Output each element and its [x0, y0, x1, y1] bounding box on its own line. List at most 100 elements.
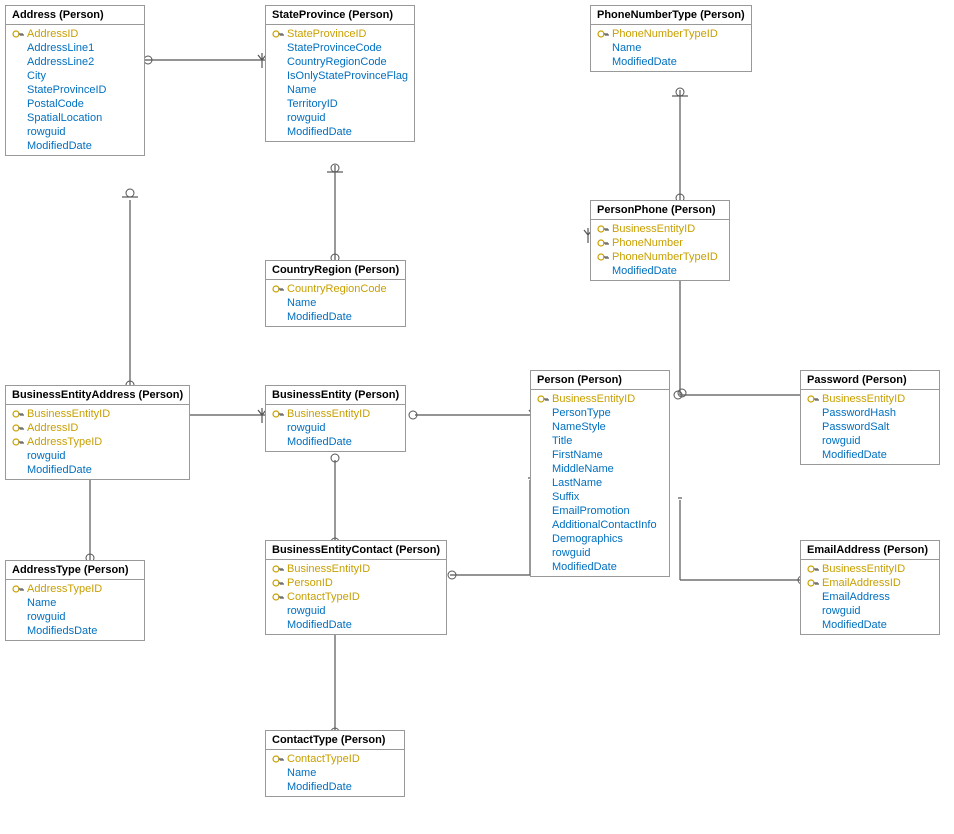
field-modifieddate: ModifiedDate: [266, 310, 405, 324]
field-spatiallocation: SpatialLocation: [6, 111, 144, 125]
entity-emailaddress: EmailAddress (Person)BusinessEntityIDEma…: [800, 540, 940, 635]
field-contacttypeid: ContactTypeID: [266, 590, 446, 604]
entity-businessentity: BusinessEntity (Person)BusinessEntityIDr…: [265, 385, 406, 452]
field-persontype: PersonType: [531, 406, 669, 420]
field-addressline1: AddressLine1: [6, 41, 144, 55]
field-modifieddate: ModifiedDate: [801, 448, 939, 462]
field-addressid: AddressID: [6, 421, 189, 435]
entity-header-password: Password (Person): [801, 371, 939, 390]
entity-header-businessentitycontact: BusinessEntityContact (Person): [266, 541, 446, 560]
field-businessentityid: BusinessEntityID: [801, 392, 939, 406]
entity-header-person: Person (Person): [531, 371, 669, 390]
field-rowguid: rowguid: [801, 434, 939, 448]
entity-fields-contacttype: ContactTypeIDNameModifiedDate: [266, 750, 404, 796]
field-postalcode: PostalCode: [6, 97, 144, 111]
field-isonlystateprovinceflag: IsOnlyStateProvinceFlag: [266, 69, 414, 83]
entity-header-address: Address (Person): [6, 6, 144, 25]
field-territoryid: TerritoryID: [266, 97, 414, 111]
field-emailaddress: EmailAddress: [801, 590, 939, 604]
field-addresstypeid: AddressTypeID: [6, 582, 144, 596]
field-name: Name: [6, 596, 144, 610]
field-personid: PersonID: [266, 576, 446, 590]
field-lastname: LastName: [531, 476, 669, 490]
entity-header-businessentity: BusinessEntity (Person): [266, 386, 405, 405]
entity-header-personphone: PersonPhone (Person): [591, 201, 729, 220]
field-rowguid: rowguid: [6, 449, 189, 463]
entity-contacttype: ContactType (Person)ContactTypeIDNameMod…: [265, 730, 405, 797]
field-countryregioncode: CountryRegionCode: [266, 55, 414, 69]
field-modifieddate: ModifiedDate: [266, 435, 405, 449]
field-modifieddate: ModifiedDate: [6, 463, 189, 477]
entity-header-phonenumbertype: PhoneNumberType (Person): [591, 6, 751, 25]
field-rowguid: rowguid: [6, 125, 144, 139]
entity-personphone: PersonPhone (Person)BusinessEntityIDPhon…: [590, 200, 730, 281]
entity-fields-password: BusinessEntityIDPasswordHashPasswordSalt…: [801, 390, 939, 464]
field-modifieddate: ModifiedDate: [591, 264, 729, 278]
entity-countryregion: CountryRegion (Person)CountryRegionCodeN…: [265, 260, 406, 327]
field-businessentityid: BusinessEntityID: [266, 562, 446, 576]
entity-businessentitycontact: BusinessEntityContact (Person) BusinessEn…: [265, 540, 447, 635]
entity-header-stateprovince: StateProvince (Person): [266, 6, 414, 25]
entity-fields-stateprovince: StateProvinceIDStateProvinceCodeCountryR…: [266, 25, 414, 141]
field-rowguid: rowguid: [531, 546, 669, 560]
field-rowguid: rowguid: [266, 604, 446, 618]
entity-stateprovince: StateProvince (Person)StateProvinceIDSta…: [265, 5, 415, 142]
entity-header-contacttype: ContactType (Person): [266, 731, 404, 750]
field-suffix: Suffix: [531, 490, 669, 504]
field-rowguid: rowguid: [266, 111, 414, 125]
field-emailpromotion: EmailPromotion: [531, 504, 669, 518]
field-namestyle: NameStyle: [531, 420, 669, 434]
entity-header-countryregion: CountryRegion (Person): [266, 261, 405, 280]
entity-phonenumbertype: PhoneNumberType (Person)PhoneNumberTypeI…: [590, 5, 752, 72]
field-name: Name: [591, 41, 751, 55]
entity-password: Password (Person)BusinessEntityIDPasswor…: [800, 370, 940, 465]
field-city: City: [6, 69, 144, 83]
field-modifieddate: ModifiedDate: [531, 560, 669, 574]
field-addressid: AddressID: [6, 27, 144, 41]
field-countryregioncode: CountryRegionCode: [266, 282, 405, 296]
entity-header-businessentityaddress: BusinessEntityAddress (Person): [6, 386, 189, 405]
entity-addresstype: AddressType (Person)AddressTypeIDNamerow…: [5, 560, 145, 641]
entity-fields-personphone: BusinessEntityIDPhoneNumberPhoneNumberTy…: [591, 220, 729, 280]
field-stateprovincecode: StateProvinceCode: [266, 41, 414, 55]
entity-fields-phonenumbertype: PhoneNumberTypeIDNameModifiedDate: [591, 25, 751, 71]
entity-businessentityaddress: BusinessEntityAddress (Person)BusinessEn…: [5, 385, 190, 480]
field-additionalcontactinfo: AdditionalContactInfo: [531, 518, 669, 532]
field-stateprovinceid: StateProvinceID: [6, 83, 144, 97]
diagram-canvas: Address (Person)AddressIDAddressLine1Add…: [0, 0, 954, 834]
field-passwordhash: PasswordHash: [801, 406, 939, 420]
entity-header-addresstype: AddressType (Person): [6, 561, 144, 580]
field-modifieddate: ModifiedDate: [591, 55, 751, 69]
field-phonenumbertypeid: PhoneNumberTypeID: [591, 27, 751, 41]
entity-fields-businessentityaddress: BusinessEntityIDAddressIDAddressTypeIDro…: [6, 405, 189, 479]
field-businessentityid: BusinessEntityID: [591, 222, 729, 236]
field-title: Title: [531, 434, 669, 448]
field-modifiedsdate: ModifiedsDate: [6, 624, 144, 638]
field-modifieddate: ModifiedDate: [6, 139, 144, 153]
field-modifieddate: ModifiedDate: [266, 618, 446, 632]
field-name: Name: [266, 766, 404, 780]
field-businessentityid: BusinessEntityID: [531, 392, 669, 406]
field-rowguid: rowguid: [266, 421, 405, 435]
entity-fields-countryregion: CountryRegionCodeNameModifiedDate: [266, 280, 405, 326]
field-businessentityid: BusinessEntityID: [801, 562, 939, 576]
field-modifieddate: ModifiedDate: [266, 125, 414, 139]
field-modifieddate: ModifiedDate: [801, 618, 939, 632]
entity-fields-emailaddress: BusinessEntityIDEmailAddressIDEmailAddre…: [801, 560, 939, 634]
field-emailaddressid: EmailAddressID: [801, 576, 939, 590]
field-stateprovinceid: StateProvinceID: [266, 27, 414, 41]
field-name: Name: [266, 296, 405, 310]
field-addresstypeid: AddressTypeID: [6, 435, 189, 449]
field-rowguid: rowguid: [6, 610, 144, 624]
entity-fields-address: AddressIDAddressLine1AddressLine2CitySta…: [6, 25, 144, 155]
entity-header-emailaddress: EmailAddress (Person): [801, 541, 939, 560]
field-name: Name: [266, 83, 414, 97]
field-contacttypeid: ContactTypeID: [266, 752, 404, 766]
entity-fields-businessentity: BusinessEntityIDrowguidModifiedDate: [266, 405, 405, 451]
entity-person: Person (Person)BusinessEntityIDPersonTyp…: [530, 370, 670, 577]
entity-fields-addresstype: AddressTypeIDNamerowguidModifiedsDate: [6, 580, 144, 640]
field-businessentityid: BusinessEntityID: [6, 407, 189, 421]
entity-fields-person: BusinessEntityIDPersonTypeNameStyleTitle…: [531, 390, 669, 576]
field-demographics: Demographics: [531, 532, 669, 546]
entity-address: Address (Person)AddressIDAddressLine1Add…: [5, 5, 145, 156]
